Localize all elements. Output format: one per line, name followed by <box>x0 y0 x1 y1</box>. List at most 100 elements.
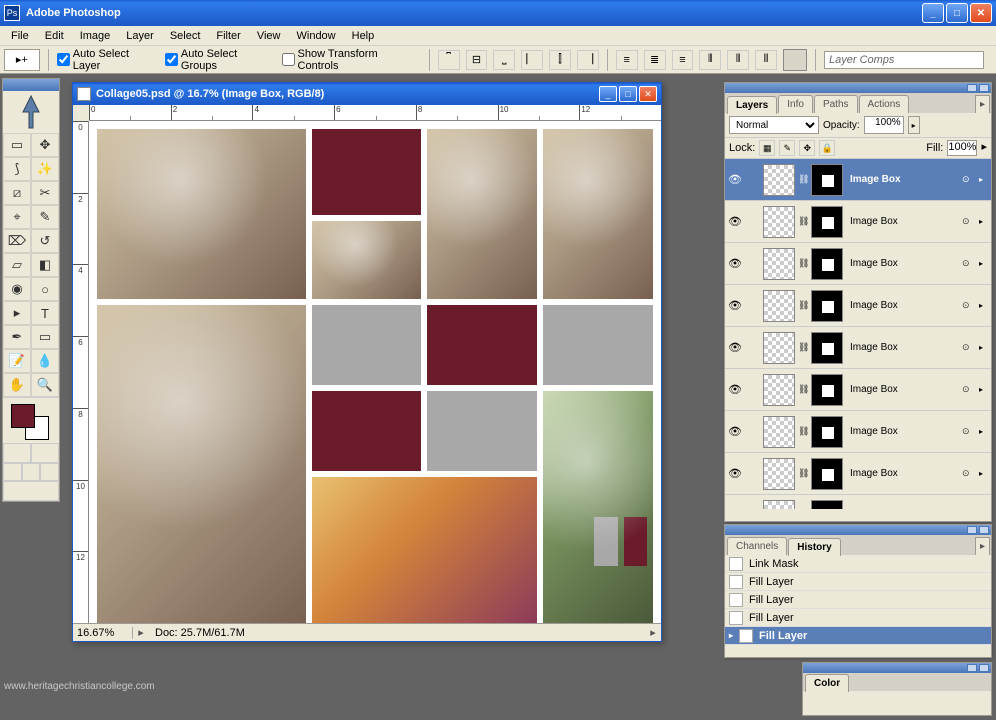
notes-tool[interactable]: 📝 <box>3 349 31 373</box>
eyedropper-tool[interactable]: 💧 <box>31 349 59 373</box>
maximize-button[interactable]: □ <box>946 3 968 23</box>
panel-minimize-icon[interactable] <box>967 664 977 672</box>
close-button[interactable]: ✕ <box>970 3 992 23</box>
layer-row[interactable]: 👁⛓Image Box⊙▸ <box>725 495 991 509</box>
mask-thumbnail[interactable] <box>811 332 843 364</box>
visibility-icon[interactable]: 👁 <box>727 466 743 482</box>
standard-mode-button[interactable] <box>3 443 31 463</box>
doc-maximize-button[interactable]: □ <box>619 86 637 102</box>
pen-tool[interactable]: ✒ <box>3 325 31 349</box>
layer-menu-icon[interactable]: ▸ <box>979 259 989 268</box>
tab-layers[interactable]: Layers <box>727 96 777 114</box>
layer-row[interactable]: 👁 ⛓ Image Box ⊙▸ <box>725 159 991 201</box>
layer-thumbnail[interactable] <box>763 332 795 364</box>
screen-mode-3-button[interactable] <box>40 463 59 481</box>
visibility-icon[interactable]: 👁 <box>727 340 743 356</box>
shape-tool[interactable]: ▭ <box>31 325 59 349</box>
layer-name[interactable]: Image Box <box>846 300 959 311</box>
align-bottom-button[interactable]: ⎵ <box>493 50 515 70</box>
jump-to-button[interactable] <box>3 481 59 501</box>
status-arrow-icon[interactable]: ▸ <box>645 626 661 639</box>
fill-arrow-icon[interactable]: ▸ <box>981 140 987 156</box>
layer-thumbnail[interactable] <box>763 290 795 322</box>
auto-select-groups-checkbox[interactable]: Auto Select Groups <box>165 48 276 72</box>
align-top-button[interactable]: ⎴ <box>438 50 460 70</box>
fx-icon[interactable]: ⊙ <box>962 300 976 311</box>
layer-name[interactable]: Image Box <box>846 216 959 227</box>
mask-thumbnail[interactable] <box>811 290 843 322</box>
layer-comps-field[interactable]: Layer Comps <box>824 51 984 69</box>
stamp-tool[interactable]: ⌦ <box>3 229 31 253</box>
layer-row[interactable]: 👁⛓Image Box⊙▸ <box>725 411 991 453</box>
color-swatches[interactable] <box>3 397 59 443</box>
layer-name[interactable]: Image Box <box>846 384 959 395</box>
panel-menu-icon[interactable]: ▸ <box>975 95 990 113</box>
fx-icon[interactable]: ⊙ <box>962 216 976 227</box>
layer-name[interactable]: Image Box <box>846 174 959 185</box>
layer-thumbnail[interactable] <box>763 248 795 280</box>
document-titlebar[interactable]: Collage05.psd @ 16.7% (Image Box, RGB/8)… <box>73 83 661 105</box>
menu-image[interactable]: Image <box>73 28 118 44</box>
fx-icon[interactable]: ⊙ <box>962 258 976 269</box>
brush-tool[interactable]: ✎ <box>31 205 59 229</box>
layer-row[interactable]: 👁⛓Image Box⊙▸ <box>725 285 991 327</box>
mask-thumbnail[interactable] <box>811 374 843 406</box>
layer-menu-icon[interactable]: ▸ <box>979 175 989 184</box>
panel-minimize-icon[interactable] <box>967 526 977 534</box>
minimize-button[interactable]: _ <box>922 3 944 23</box>
panel-close-icon[interactable] <box>979 84 989 92</box>
mask-thumbnail[interactable] <box>811 248 843 280</box>
menu-view[interactable]: View <box>250 28 288 44</box>
quickmask-mode-button[interactable] <box>31 443 59 463</box>
status-menu-icon[interactable]: ▸ <box>133 626 149 639</box>
layer-thumbnail[interactable] <box>763 416 795 448</box>
marquee-tool[interactable]: ▭ <box>3 133 31 157</box>
lock-transparency-button[interactable]: ▦ <box>759 140 775 156</box>
fx-icon[interactable]: ⊙ <box>962 384 976 395</box>
fx-icon[interactable]: ⊙ <box>962 342 976 353</box>
layer-menu-icon[interactable]: ▸ <box>979 301 989 310</box>
align-vcenter-button[interactable]: ⊟ <box>466 50 488 70</box>
mask-thumbnail[interactable] <box>811 458 843 490</box>
menu-select[interactable]: Select <box>163 28 208 44</box>
menu-window[interactable]: Window <box>290 28 343 44</box>
wand-tool[interactable]: ✨ <box>31 157 59 181</box>
mask-thumbnail[interactable] <box>811 416 843 448</box>
path-tool[interactable]: ▸ <box>3 301 31 325</box>
tab-channels[interactable]: Channels <box>727 537 787 555</box>
gradient-tool[interactable]: ◧ <box>31 253 59 277</box>
screen-mode-1-button[interactable] <box>3 463 22 481</box>
layer-thumbnail[interactable] <box>763 500 795 510</box>
toolbox-header[interactable] <box>3 79 59 91</box>
tab-color[interactable]: Color <box>805 674 849 692</box>
mask-thumbnail[interactable] <box>811 164 843 196</box>
visibility-icon[interactable]: 👁 <box>727 256 743 272</box>
layer-menu-icon[interactable]: ▸ <box>979 217 989 226</box>
layer-name[interactable]: Image Box <box>846 468 959 479</box>
history-list[interactable]: Link Mask Fill Layer Fill Layer Fill Lay… <box>725 555 991 655</box>
panel-minimize-icon[interactable] <box>967 84 977 92</box>
menu-layer[interactable]: Layer <box>119 28 161 44</box>
history-item[interactable]: Fill Layer <box>725 609 991 627</box>
tab-actions[interactable]: Actions <box>859 95 910 113</box>
distribute-top-button[interactable]: ≡ <box>616 50 638 70</box>
mask-thumbnail[interactable] <box>811 500 843 510</box>
visibility-icon[interactable]: 👁 <box>727 214 743 230</box>
show-transform-checkbox[interactable]: Show Transform Controls <box>282 48 421 72</box>
align-right-button[interactable]: ⎹ <box>577 50 599 70</box>
opacity-field[interactable]: 100% <box>864 116 904 134</box>
slice-tool[interactable]: ✂ <box>31 181 59 205</box>
lock-position-button[interactable]: ✥ <box>799 140 815 156</box>
visibility-icon[interactable]: 👁 <box>727 424 743 440</box>
canvas[interactable] <box>89 121 661 623</box>
menu-file[interactable]: File <box>4 28 36 44</box>
crop-tool[interactable]: ⧄ <box>3 181 31 205</box>
layer-thumbnail[interactable] <box>763 374 795 406</box>
mask-thumbnail[interactable] <box>811 206 843 238</box>
fx-icon[interactable]: ⊙ <box>962 426 976 437</box>
zoom-field[interactable]: 16.67% <box>73 627 133 639</box>
panel-menu-icon[interactable]: ▸ <box>975 537 990 555</box>
layer-menu-icon[interactable]: ▸ <box>979 427 989 436</box>
layer-row[interactable]: 👁⛓Image Box⊙▸ <box>725 201 991 243</box>
auto-select-layer-checkbox[interactable]: Auto Select Layer <box>57 48 159 72</box>
